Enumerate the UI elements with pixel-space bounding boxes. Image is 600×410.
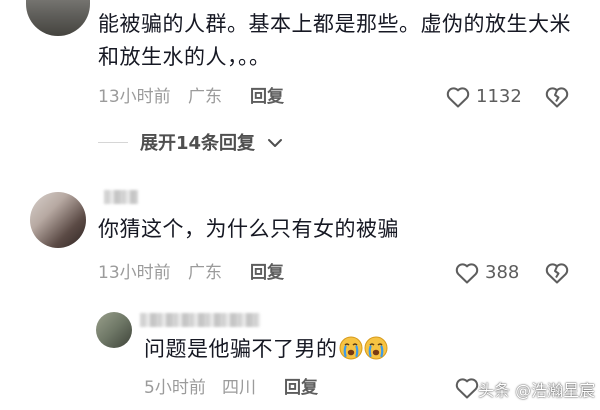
- reply-button[interactable]: 回复: [250, 262, 284, 284]
- reply-button[interactable]: 回复: [250, 86, 284, 108]
- comment-time: 13小时前: [98, 87, 171, 107]
- reply-text: 问题是他骗不了男的: [144, 333, 564, 366]
- heart-outline-icon[interactable]: [455, 262, 479, 284]
- crying-emoji: [364, 336, 388, 360]
- comment-location: 广东: [188, 87, 222, 107]
- avatar[interactable]: [96, 312, 132, 348]
- comment-location: 广东: [188, 263, 222, 283]
- like-count: 1132: [476, 86, 522, 107]
- comment-text: 你猜这个，为什么只有女的被骗: [98, 217, 399, 241]
- comment-text: 能被骗的人群。基本上都是那些。虚伪的放生大米和放生水的人，。。: [98, 12, 571, 69]
- expand-divider: [98, 142, 128, 143]
- broken-heart-outline-icon[interactable]: [545, 262, 569, 284]
- reply-text-content: 问题是他骗不了男的: [144, 337, 338, 361]
- heart-outline-icon[interactable]: [455, 377, 479, 399]
- chevron-down-icon[interactable]: [266, 135, 284, 151]
- broken-heart-outline-icon[interactable]: [545, 86, 569, 108]
- username-blurred: [140, 313, 260, 327]
- watermark: 头条 @浩瀚星宸: [478, 381, 596, 400]
- heart-outline-icon[interactable]: [446, 86, 470, 108]
- username-blurred: [104, 190, 138, 204]
- crying-emoji: [339, 336, 363, 360]
- expand-replies-button[interactable]: 展开14条回复: [140, 132, 255, 156]
- avatar[interactable]: [26, 0, 90, 36]
- like-count: 388: [485, 262, 520, 283]
- reply-location: 四川: [222, 378, 256, 398]
- reply-time: 5小时前: [144, 378, 206, 398]
- comment-time: 13小时前: [98, 263, 171, 283]
- reply-button[interactable]: 回复: [284, 377, 318, 399]
- avatar[interactable]: [30, 192, 86, 248]
